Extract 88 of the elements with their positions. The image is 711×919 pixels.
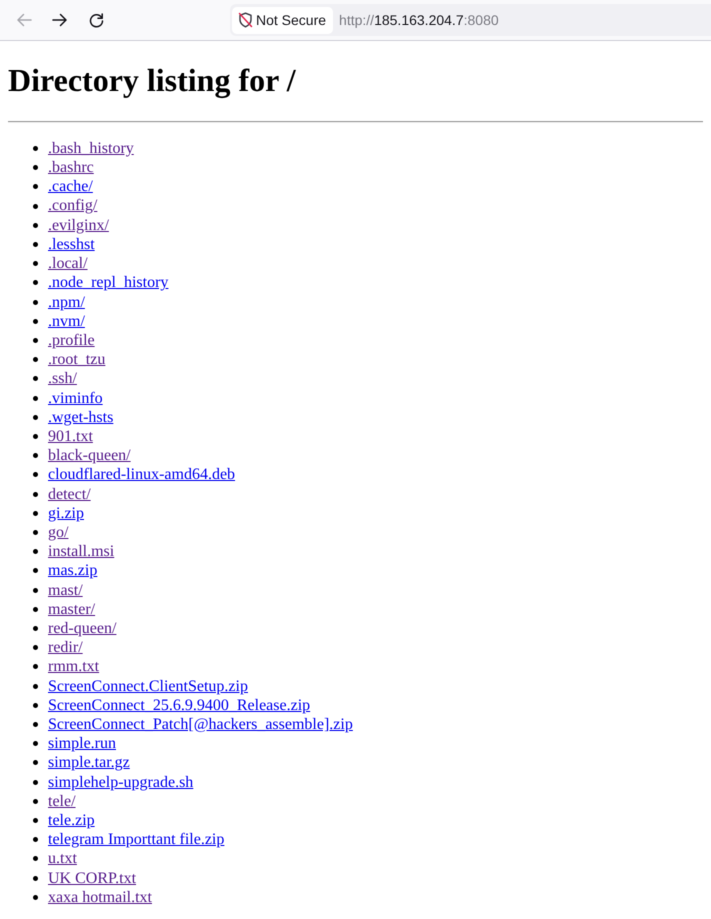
bullet-icon: [33, 664, 38, 670]
file-link[interactable]: mast/: [48, 580, 83, 600]
file-link[interactable]: .nvm/: [48, 312, 85, 331]
file-link[interactable]: ScreenConnect.ClientSetup.zip: [48, 676, 248, 696]
bullet-icon: [33, 165, 38, 170]
file-link[interactable]: telegram Importtant file.zip: [48, 830, 224, 850]
file-link[interactable]: go/: [48, 522, 68, 542]
bullet-icon: [33, 492, 38, 497]
bullet-icon: [33, 261, 38, 266]
bullet-icon: [33, 780, 38, 785]
file-link[interactable]: gi.zip: [48, 504, 84, 523]
file-link[interactable]: ScreenConnect_Patch[@hackers_assemble].zip: [48, 714, 353, 734]
bullet-icon: [33, 760, 38, 766]
file-link[interactable]: install.msi: [48, 542, 114, 562]
file-link[interactable]: .ssh/: [48, 369, 77, 389]
bullet-icon: [33, 876, 38, 881]
bullet-icon: [33, 530, 38, 536]
back-arrow-icon: [16, 13, 32, 27]
bullet-icon: [33, 626, 38, 632]
bullet-icon: [33, 722, 38, 728]
page-heading: Directory listing for /: [8, 62, 297, 100]
bullet-icon: [33, 242, 38, 247]
bullet-icon: [33, 222, 38, 228]
file-link[interactable]: ScreenConnect_25.6.9.9400_Release.zip: [48, 696, 310, 715]
forward-arrow-icon: [52, 13, 68, 27]
bullet-icon: [33, 357, 38, 362]
bullet-icon: [33, 204, 38, 209]
file-link[interactable]: .wget-hsts: [48, 408, 114, 427]
file-link[interactable]: tele/: [48, 792, 76, 811]
file-link[interactable]: detect/: [48, 484, 91, 504]
bullet-icon: [33, 184, 38, 190]
file-link[interactable]: .evilginx/: [48, 216, 109, 235]
bullet-icon: [33, 837, 38, 842]
file-link[interactable]: .profile: [48, 330, 95, 350]
file-link[interactable]: mas.zip: [48, 561, 98, 581]
reload-icon: [88, 12, 104, 28]
bullet-icon: [33, 588, 38, 593]
bullet-icon: [33, 300, 38, 305]
bullet-icon: [33, 568, 38, 574]
bullet-icon: [33, 510, 38, 516]
file-link[interactable]: .bash_history: [48, 138, 134, 158]
bullet-icon: [33, 645, 38, 650]
bullet-icon: [33, 318, 38, 324]
file-link[interactable]: .viminfo: [48, 388, 103, 408]
file-link[interactable]: rmm.txt: [48, 657, 100, 677]
file-link[interactable]: xaxa hotmail.txt: [48, 888, 152, 907]
url-text[interactable]: http://185.163.204.7:8080: [339, 12, 499, 28]
bullet-icon: [33, 338, 38, 343]
bullet-icon: [33, 376, 38, 382]
file-link[interactable]: .node_repl_history: [48, 273, 168, 292]
file-link[interactable]: cloudflared-linux-amd64.deb: [48, 465, 236, 485]
file-link[interactable]: u.txt: [48, 849, 77, 869]
file-link[interactable]: .local/: [48, 254, 88, 274]
bullet-icon: [33, 549, 38, 554]
bullet-icon: [33, 856, 38, 862]
file-link[interactable]: black-queen/: [48, 446, 131, 466]
shield-slash-icon: [238, 12, 253, 28]
file-link[interactable]: simplehelp-upgrade.sh: [48, 772, 194, 792]
bullet-icon: [33, 798, 38, 804]
bullet-icon: [33, 702, 38, 708]
bullet-icon: [33, 894, 38, 900]
bullet-icon: [33, 434, 38, 440]
file-link[interactable]: .config/: [48, 196, 98, 216]
file-link[interactable]: .root_tzu: [48, 350, 106, 370]
bullet-icon: [33, 453, 38, 458]
file-link[interactable]: redir/: [48, 638, 83, 658]
bullet-icon: [33, 818, 38, 824]
file-link[interactable]: simple.tar.gz: [48, 753, 130, 773]
address-bar[interactable]: Not Secure http://185.163.204.7:8080: [230, 4, 711, 36]
bullet-icon: [33, 146, 38, 151]
bullet-icon: [33, 280, 38, 286]
bullet-icon: [33, 606, 38, 612]
file-link[interactable]: 901.txt: [48, 426, 93, 446]
bullet-icon: [33, 472, 38, 478]
bullet-icon: [33, 414, 38, 420]
file-link[interactable]: simple.run: [48, 734, 116, 754]
file-link[interactable]: .cache/: [48, 177, 93, 196]
security-status-chip[interactable]: Not Secure: [232, 6, 334, 34]
bullet-icon: [33, 741, 38, 746]
bullet-icon: [33, 684, 38, 689]
file-link[interactable]: .bashrc: [48, 158, 94, 178]
file-link[interactable]: master/: [48, 600, 96, 619]
file-link[interactable]: .lesshst: [48, 234, 95, 254]
bullet-icon: [33, 396, 38, 401]
file-link[interactable]: .npm/: [48, 292, 85, 312]
file-link[interactable]: UK CORP.txt: [48, 868, 136, 888]
file-link[interactable]: red-queen/: [48, 618, 116, 638]
file-link[interactable]: tele.zip: [48, 810, 95, 830]
